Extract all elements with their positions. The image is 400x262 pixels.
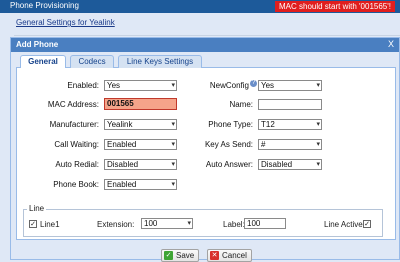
line-active-label: Line Active: [324, 220, 365, 229]
manufacturer-label: Manufacturer: [49, 120, 99, 129]
cancel-button-label: Cancel [222, 251, 247, 260]
name-label: Name: [229, 100, 253, 109]
chevron-down-icon: ▾ [187, 220, 191, 227]
checkmark-icon: ✓ [30, 221, 36, 228]
chevron-down-icon: ▾ [316, 141, 320, 148]
call-waiting-select[interactable]: Enabled ▾ [104, 139, 177, 150]
mac-error-alert: MAC should start with '001565'! [275, 1, 395, 12]
mac-address-label: MAC Address: [47, 100, 99, 109]
extension-label: Extension: [97, 220, 135, 229]
tab-bar: General Codecs Line Keys Settings [16, 53, 396, 69]
chevron-down-icon: ▾ [171, 141, 175, 148]
help-icon[interactable]: ? [250, 80, 257, 87]
key-as-send-label: Key As Send: [204, 140, 253, 149]
auto-answer-select[interactable]: Disabled ▾ [258, 159, 322, 170]
tab-line-keys-settings[interactable]: Line Keys Settings [118, 55, 202, 68]
chevron-down-icon: ▾ [171, 121, 175, 128]
enabled-label: Enabled: [67, 81, 99, 90]
enabled-select[interactable]: Yes ▾ [104, 80, 177, 91]
line1-label: Line1 [40, 220, 60, 229]
phone-book-select[interactable]: Enabled ▾ [104, 179, 177, 190]
save-button[interactable]: ✓ Save [161, 249, 200, 262]
manufacturer-select[interactable]: Yealink ▾ [104, 119, 177, 130]
chevron-down-icon: ▾ [171, 161, 175, 168]
auto-redial-select[interactable]: Disabled ▾ [104, 159, 177, 170]
provisioning-title-bar: Phone Provisioning MAC should start with… [0, 0, 400, 13]
key-as-send-select[interactable]: # ▾ [258, 139, 322, 150]
tab-codecs[interactable]: Codecs [70, 55, 114, 68]
label-field-label: Label: [223, 220, 245, 229]
app-title: Phone Provisioning [10, 1, 79, 10]
cancel-button[interactable]: ✕ Cancel [207, 249, 252, 262]
chevron-down-icon: ▾ [171, 82, 175, 89]
chevron-down-icon: ▾ [316, 82, 320, 89]
mac-address-input[interactable]: 001565 [104, 98, 177, 110]
dialog-title: Add Phone [16, 40, 59, 49]
save-button-label: Save [176, 251, 195, 260]
new-config-select[interactable]: Yes ▾ [258, 80, 322, 91]
tab-general[interactable]: General [20, 55, 66, 69]
close-icon[interactable]: X [388, 39, 394, 49]
phone-type-select[interactable]: T12 ▾ [258, 119, 322, 130]
cancel-icon: ✕ [210, 251, 219, 261]
chevron-down-icon: ▾ [171, 181, 175, 188]
name-input[interactable] [258, 99, 322, 110]
chevron-down-icon: ▾ [316, 161, 320, 168]
chevron-down-icon: ▾ [316, 121, 320, 128]
call-waiting-label: Call Waiting: [54, 140, 99, 149]
phone-book-label: Phone Book: [53, 180, 99, 189]
line-legend: Line [27, 204, 47, 213]
background-list-row [14, 30, 400, 36]
auto-redial-label: Auto Redial: [55, 160, 99, 169]
label-input[interactable]: 100 [244, 218, 286, 229]
general-settings-link[interactable]: General Settings for Yealink [16, 18, 115, 27]
add-phone-dialog: Add Phone X General Codecs Line Keys Set… [10, 37, 400, 262]
checkmark-icon: ✓ [364, 221, 370, 228]
dialog-header: Add Phone X [11, 38, 399, 52]
save-icon: ✓ [164, 251, 173, 261]
auto-answer-label: Auto Answer: [205, 160, 253, 169]
line-active-checkbox[interactable]: ✓ [363, 220, 371, 228]
line1-checkbox[interactable]: ✓ [29, 220, 37, 228]
new-config-label: NewConfig [209, 81, 249, 90]
phone-type-label: Phone Type: [208, 120, 253, 129]
extension-select[interactable]: 100 ▾ [141, 218, 193, 229]
